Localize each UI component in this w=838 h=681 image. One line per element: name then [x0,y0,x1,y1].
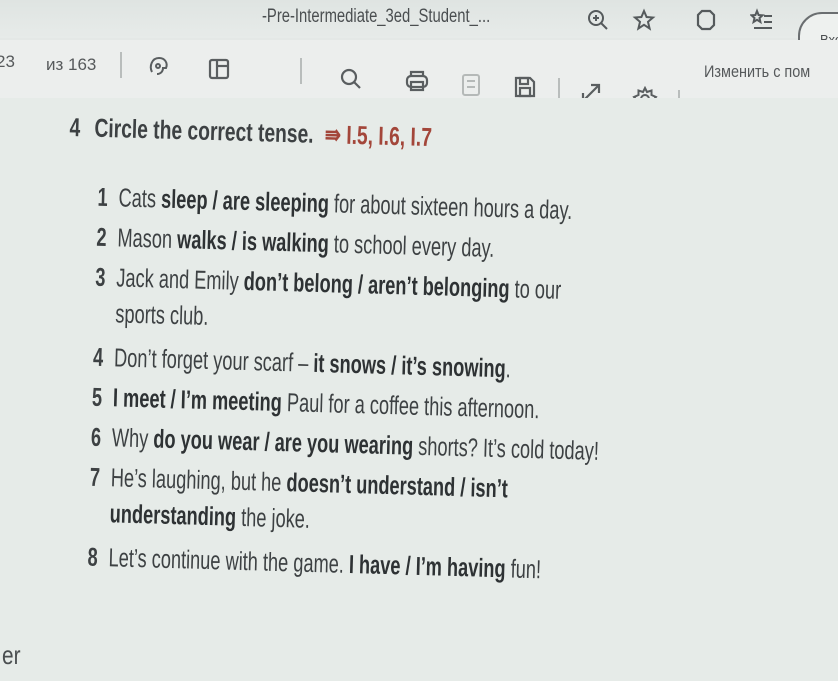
item-number: 8 [87,541,99,572]
favorites-list-icon[interactable] [749,8,774,32]
tense-choice[interactable]: do you wear / are you wearing [153,423,414,460]
save-icon[interactable] [512,74,538,100]
item-number: 2 [96,221,108,253]
edit-with-button[interactable]: Изменить с пом [704,62,810,82]
tense-choice[interactable]: don’t belong / aren’t belonging [243,266,510,303]
item-text-after: to school every day. [328,228,495,263]
grammar-reference: ⇛ I.5, I.6, I.7 [324,119,433,153]
item-number: 3 [94,261,106,293]
item-text-before: Don’t forget your scarf – [113,342,314,378]
tense-choice[interactable]: understanding [109,498,236,532]
tense-choice[interactable]: I meet / I’m meeting [113,382,283,417]
tab-title[interactable]: -Pre-Intermediate_3ed_Student_... [262,6,490,28]
favorite-star-icon[interactable] [632,8,656,32]
item-text-before: sports club. [114,298,209,331]
item-text-after: shorts? It’s cold today! [412,430,600,466]
item-number: 6 [90,421,102,452]
search-icon[interactable] [338,66,364,92]
item-text-before: Let’s continue with the game. [108,542,350,579]
item-text-before: Mason [117,222,178,255]
extensions-icon[interactable] [694,8,718,32]
item-text-before: Jack and Emily [115,262,245,296]
item-text-before: Cats [118,182,162,214]
tense-choice[interactable]: doesn’t understand / isn’t [286,467,508,503]
item-text-after: to our [509,273,562,305]
item-number: 7 [89,461,101,492]
item-text-after: Paul for a coffee this afternoon. [281,387,540,425]
item-text-after: . [505,353,512,384]
item-number: 1 [97,181,109,213]
tense-choice[interactable]: sleep / are sleeping [161,184,330,219]
page-total-label: из 163 [46,55,97,74]
browser-title-bar: -Pre-Intermediate_3ed_Student_... Вхо [0,0,838,72]
zoom-page-icon[interactable] [586,8,610,32]
item-text-before: He’s laughing, but he [110,462,287,498]
item-number: 4 [92,341,104,373]
exercise-item: 3 Jack and Emily don’t belong / aren’t be… [94,259,562,344]
tense-choice[interactable]: it snows / it’s snowing [313,348,506,383]
save-disabled-icon [458,72,484,98]
exercise-number: 4 [69,112,81,143]
item-text-before: Why [111,422,154,454]
item-text-after: for about sixteen hours a day. [328,188,573,226]
edge-text: er [2,640,21,670]
print-icon[interactable] [404,68,430,94]
page-number-input[interactable]: 23 [0,52,15,72]
read-aloud-icon[interactable] [146,54,172,80]
toolbar-divider [120,52,122,78]
exercise-instruction: Circle the correct tense. [94,112,315,149]
toolbar-divider [300,58,302,84]
item-number: 5 [91,381,103,413]
tense-choice[interactable]: I have / I’m having [349,549,507,583]
item-text-after: the joke. [235,501,311,534]
item-text-after: fun! [505,553,542,585]
page-view-icon[interactable] [206,56,232,82]
tense-choice[interactable]: walks / is walking [177,224,330,258]
exercise-item: 7 He’s laughing, but he doesn’t understan… [88,459,508,543]
